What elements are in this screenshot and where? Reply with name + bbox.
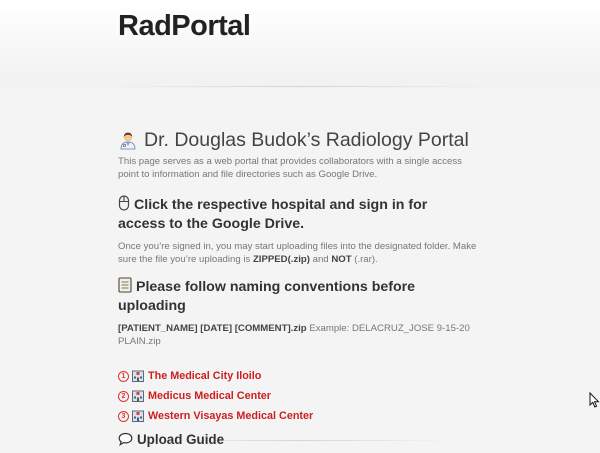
naming-heading: Please follow naming conventions before … bbox=[118, 277, 478, 316]
site-title[interactable]: RadPortal bbox=[118, 8, 251, 44]
not-emphasis: NOT bbox=[331, 254, 352, 265]
header-band bbox=[0, 0, 600, 88]
signin-heading: Click the respective hospital and sign i… bbox=[118, 195, 478, 234]
page-title: Dr. Douglas Budok’s Radiology Portal bbox=[118, 128, 478, 152]
hospital-item: 3 Western Visayas Medical Center bbox=[118, 406, 478, 426]
number-one-icon: 1 bbox=[118, 370, 129, 382]
mouse-icon bbox=[118, 195, 130, 211]
speech-bubble-icon bbox=[118, 432, 133, 446]
hospital-icon bbox=[132, 390, 144, 402]
number-two-icon: 2 bbox=[118, 390, 129, 402]
hospital-link-medical-city-iloilo[interactable]: The Medical City Iloilo bbox=[148, 370, 261, 382]
hospital-link-medicus-medical-center[interactable]: Medicus Medical Center bbox=[148, 390, 271, 402]
hospital-icon bbox=[132, 410, 144, 422]
hospital-list: 1 The Medical City Iloilo 2 Medicus Medi… bbox=[118, 366, 478, 426]
naming-pattern: [PATIENT_NAME] [DATE] [COMMENT].zip bbox=[118, 323, 307, 334]
mouse-pointer-icon bbox=[589, 391, 600, 413]
main-content: Dr. Douglas Budok’s Radiology Portal Thi… bbox=[118, 128, 478, 449]
footer-divider bbox=[150, 440, 450, 441]
hospital-link-western-visayas-medical-center[interactable]: Western Visayas Medical Center bbox=[148, 410, 313, 422]
hospital-icon bbox=[132, 370, 144, 382]
hospital-item: 1 The Medical City Iloilo bbox=[118, 366, 478, 386]
doctor-icon bbox=[118, 130, 138, 150]
header-divider bbox=[118, 86, 482, 87]
naming-convention: [PATIENT_NAME] [DATE] [COMMENT].zip Exam… bbox=[118, 322, 478, 348]
signin-instructions: Once you’re signed in, you may start upl… bbox=[118, 241, 477, 265]
ledger-icon bbox=[118, 277, 132, 293]
intro-description: This page serves as a web portal that pr… bbox=[118, 156, 462, 180]
signin-heading-text: Click the respective hospital and sign i… bbox=[118, 197, 428, 232]
naming-heading-text: Please follow naming conventions before … bbox=[118, 279, 416, 314]
hospital-item: 2 Medicus Medical Center bbox=[118, 386, 478, 406]
page-title-text: Dr. Douglas Budok’s Radiology Portal bbox=[144, 129, 469, 151]
number-three-icon: 3 bbox=[118, 410, 129, 422]
zipped-emphasis: ZIPPED(.zip) bbox=[252, 254, 310, 265]
